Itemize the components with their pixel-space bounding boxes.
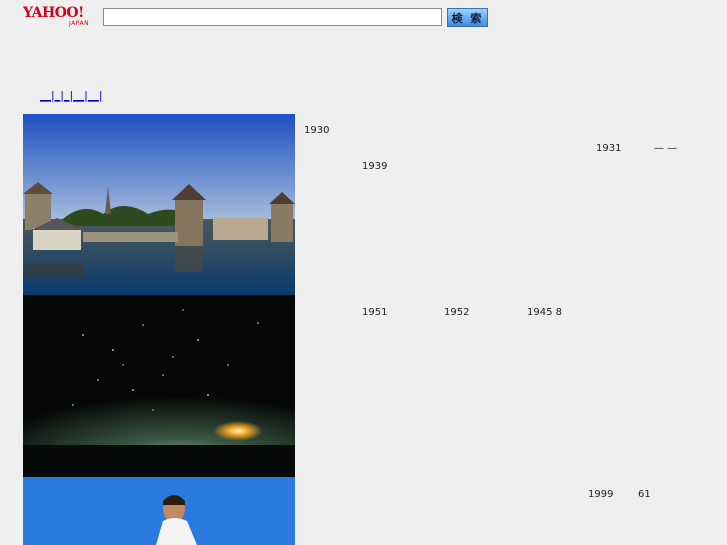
year-1999: 1999 bbox=[588, 489, 614, 500]
year-1931: 1931 bbox=[596, 143, 622, 154]
search-button[interactable]: 検 索 bbox=[447, 8, 488, 27]
year-1930: 1930 bbox=[304, 125, 330, 136]
logo-text: YAHOO! bbox=[23, 5, 84, 21]
canal-towers-illustration bbox=[23, 114, 295, 295]
photo-night-sky bbox=[23, 295, 295, 477]
search-input[interactable] bbox=[103, 8, 442, 26]
category-nav: __|_|_|__|__| bbox=[40, 89, 103, 102]
cyclist-illustration bbox=[23, 477, 295, 545]
nav-separator: | bbox=[98, 89, 103, 102]
year-1939: 1939 bbox=[362, 161, 388, 172]
photo-canal-towers bbox=[23, 114, 295, 295]
number-61: 61 bbox=[638, 489, 651, 500]
photo-cyclist bbox=[23, 477, 295, 545]
year-1951: 1951 bbox=[362, 307, 388, 318]
nav-link-5[interactable]: __ bbox=[88, 89, 99, 102]
night-sky-illustration bbox=[23, 295, 295, 477]
nav-link-1[interactable]: __ bbox=[40, 89, 51, 102]
year-1952: 1952 bbox=[444, 307, 470, 318]
year-1945-8: 1945 8 bbox=[527, 307, 562, 318]
yahoo-japan-logo[interactable]: YAHOO! JAPAN bbox=[23, 5, 101, 29]
nav-link-4[interactable]: __ bbox=[73, 89, 84, 102]
em-dashes: — — bbox=[654, 143, 678, 154]
logo-subtext: JAPAN bbox=[69, 20, 90, 27]
